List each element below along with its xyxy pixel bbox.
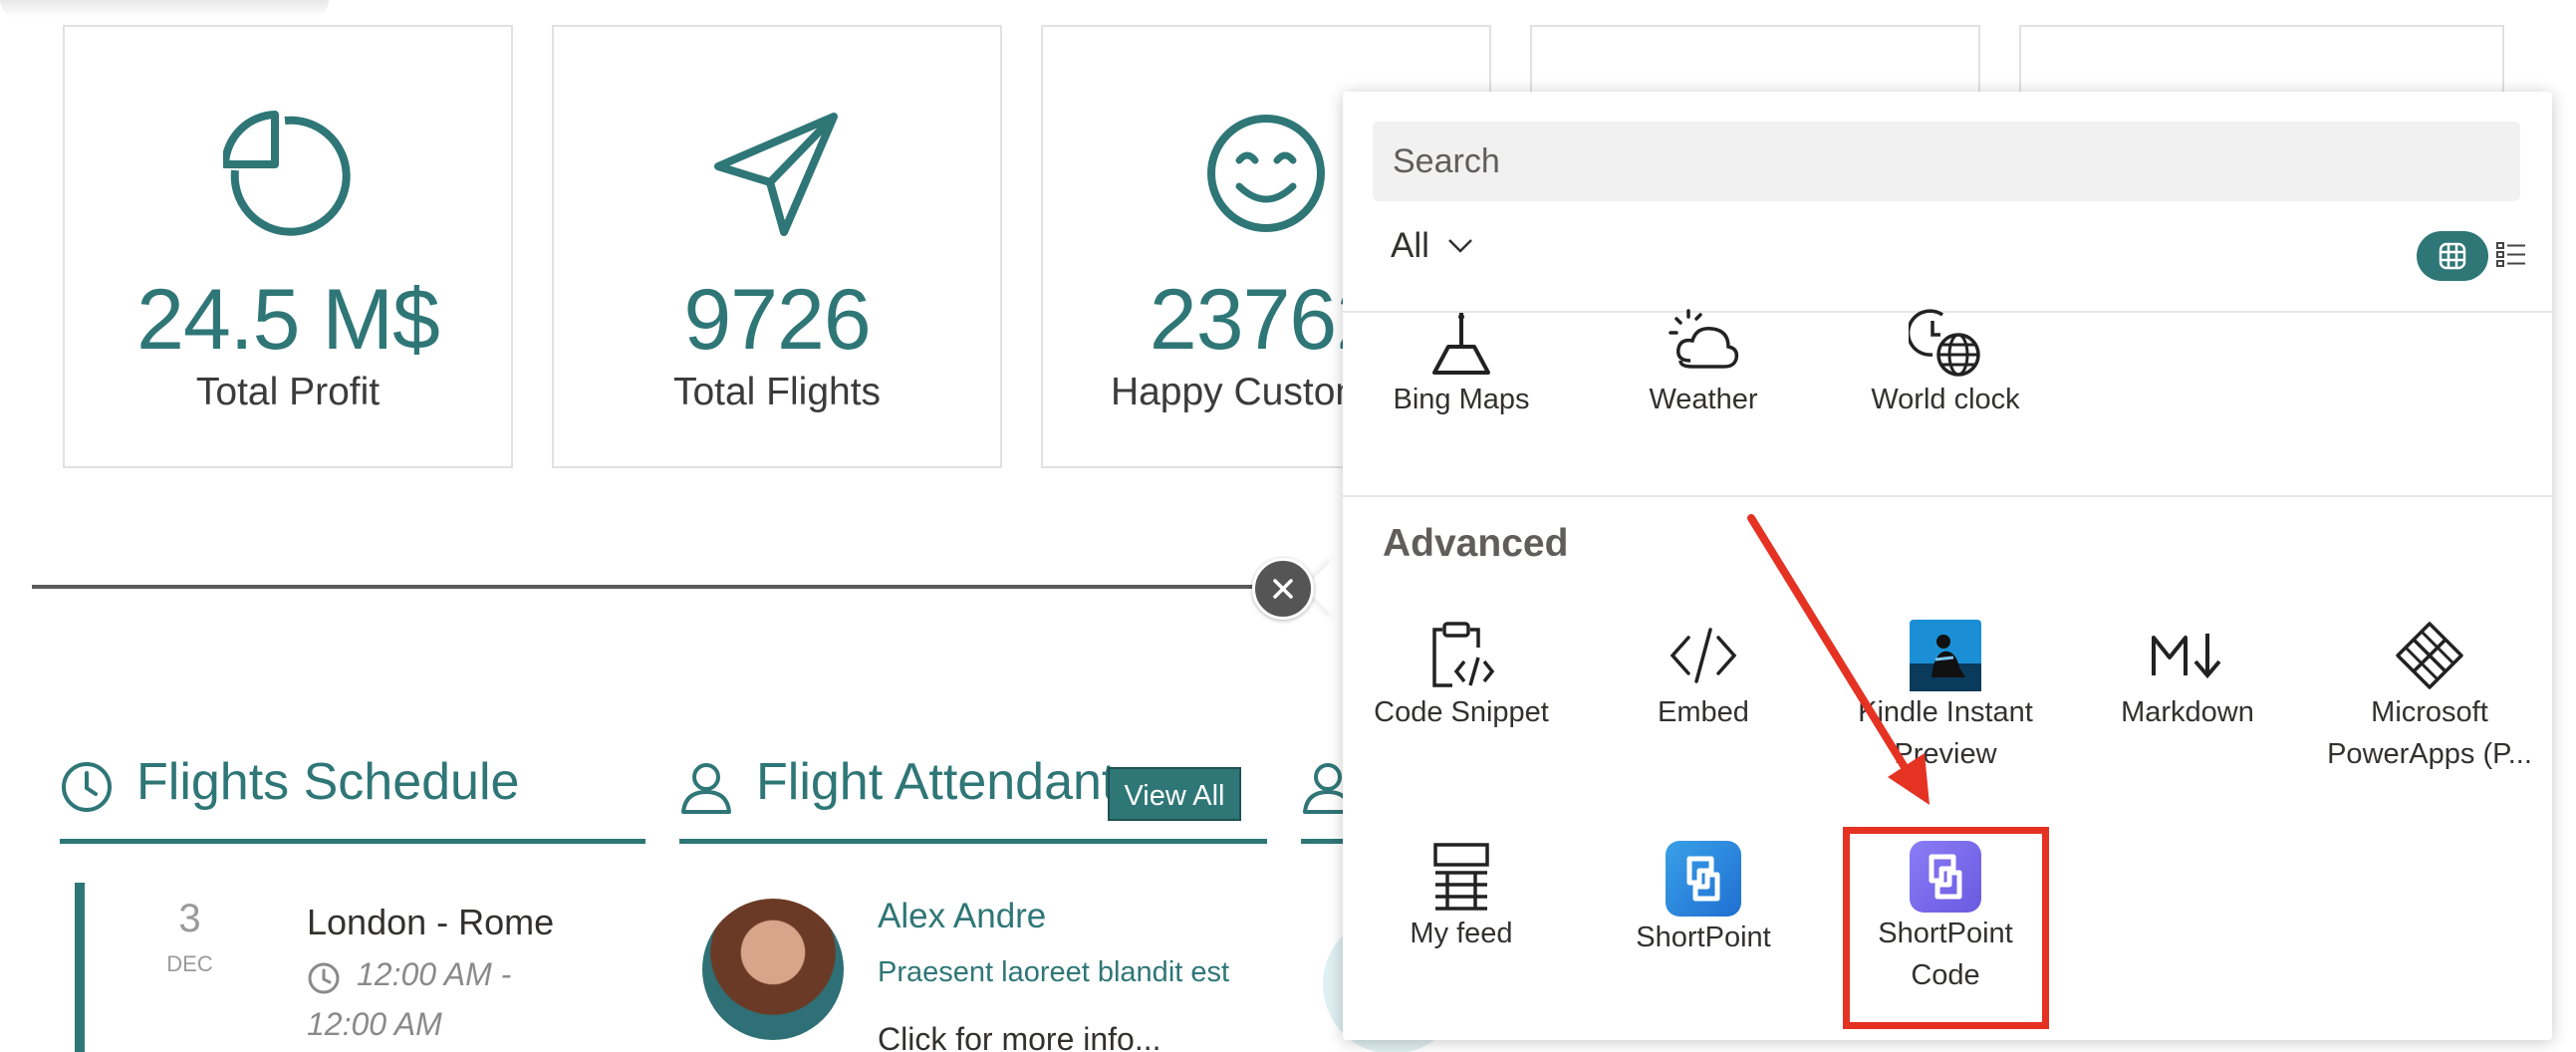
attendant-name[interactable]: Alex Andre xyxy=(878,897,1046,936)
stat-value: 9726 xyxy=(683,272,871,368)
bing-maps-icon xyxy=(1432,313,1490,375)
tool-label: Microsoft xyxy=(2371,696,2488,728)
tool-label-line2: Preview xyxy=(1894,738,1997,770)
filter-dropdown[interactable]: All xyxy=(1391,226,1473,266)
stat-label: Total Flights xyxy=(672,371,882,413)
tool-kindle[interactable]: Kindle Instant Preview xyxy=(1831,620,2060,775)
avatar xyxy=(702,899,844,1040)
schedule-time-end: 12:00 AM xyxy=(307,1006,442,1042)
flights-schedule-title: Flights Schedule xyxy=(136,753,520,811)
tool-label: Markdown xyxy=(2121,696,2254,728)
list-view-icon[interactable] xyxy=(2496,241,2526,269)
weather-icon xyxy=(1669,309,1739,369)
stat-card-profit: 24.5 M$ Total Profit xyxy=(63,25,513,468)
tool-label: Embed xyxy=(1658,696,1749,728)
clock-icon xyxy=(62,762,112,812)
kindle-icon xyxy=(1910,620,1981,691)
tool-weather[interactable]: Weather xyxy=(1589,309,1818,420)
filter-value: All xyxy=(1391,226,1429,265)
stat-value: 24.5 M$ xyxy=(136,272,440,368)
panel-separator xyxy=(1343,495,2552,497)
tool-label: Bing Maps xyxy=(1393,384,1530,415)
shortpoint-icon xyxy=(1666,841,1741,917)
attendant-more-link[interactable]: Click for more info... xyxy=(878,1021,1161,1052)
schedule-time-start: 12:00 AM - xyxy=(357,956,512,992)
tool-powerapps[interactable]: Microsoft PowerApps (P... xyxy=(2315,620,2544,775)
advanced-group-title: Advanced xyxy=(1383,522,1569,565)
highlight-box xyxy=(1843,827,2049,1029)
top-shadow xyxy=(0,0,329,18)
flight-attendants-title: Flight Attendants xyxy=(756,753,1143,811)
section-rule xyxy=(60,839,645,844)
close-icon xyxy=(1273,579,1293,599)
tool-my-feed[interactable]: My feed xyxy=(1347,841,1576,954)
stat-label: Total Profit xyxy=(195,371,381,413)
schedule-month: DEC xyxy=(166,951,213,976)
section-divider xyxy=(32,585,1297,589)
tool-markdown[interactable]: Markdown xyxy=(2073,620,2302,733)
code-snippet-icon xyxy=(1432,622,1495,687)
clock-icon xyxy=(308,962,340,994)
world-clock-icon xyxy=(1909,309,1980,377)
search-input[interactable]: Search xyxy=(1373,122,2520,201)
close-button[interactable] xyxy=(1252,558,1314,620)
grid-icon xyxy=(2439,242,2466,270)
tool-world-clock[interactable]: World clock xyxy=(1831,309,2060,420)
schedule-item-bar xyxy=(75,883,85,1052)
tool-label: My feed xyxy=(1410,918,1513,949)
tool-label: ShortPoint xyxy=(1636,921,1771,953)
tool-label: Code Snippet xyxy=(1374,696,1549,728)
tool-label: Kindle Instant xyxy=(1858,696,2033,728)
markdown-icon xyxy=(2152,634,2221,679)
tool-label: World clock xyxy=(1871,384,2020,415)
powerapps-icon xyxy=(2396,622,2463,689)
tool-embed[interactable]: Embed xyxy=(1589,620,1818,733)
person-icon xyxy=(681,763,731,814)
embed-icon xyxy=(1670,628,1737,683)
tool-bing-maps[interactable]: Bing Maps xyxy=(1347,309,1576,420)
pie-chart-icon xyxy=(223,111,351,236)
chevron-down-icon xyxy=(1448,239,1472,253)
tool-label: Weather xyxy=(1649,384,1758,415)
my-feed-icon xyxy=(1433,843,1489,911)
tool-code-snippet[interactable]: Code Snippet xyxy=(1347,620,1576,733)
tool-label-line2: PowerApps (P... xyxy=(2327,738,2532,770)
stat-card-flights: 9726 Total Flights xyxy=(552,25,1002,468)
grid-view-toggle[interactable] xyxy=(2417,231,2488,281)
tool-shortpoint[interactable]: ShortPoint xyxy=(1589,841,1818,958)
section-rule xyxy=(679,839,1267,844)
smiley-icon xyxy=(1207,115,1325,232)
attendant-description: Praesent laoreet blandit est xyxy=(878,956,1230,988)
paper-plane-icon xyxy=(714,113,838,236)
schedule-day: 3 xyxy=(178,897,201,940)
schedule-route[interactable]: London - Rome xyxy=(307,902,554,943)
view-all-button[interactable]: View All xyxy=(1108,767,1241,821)
